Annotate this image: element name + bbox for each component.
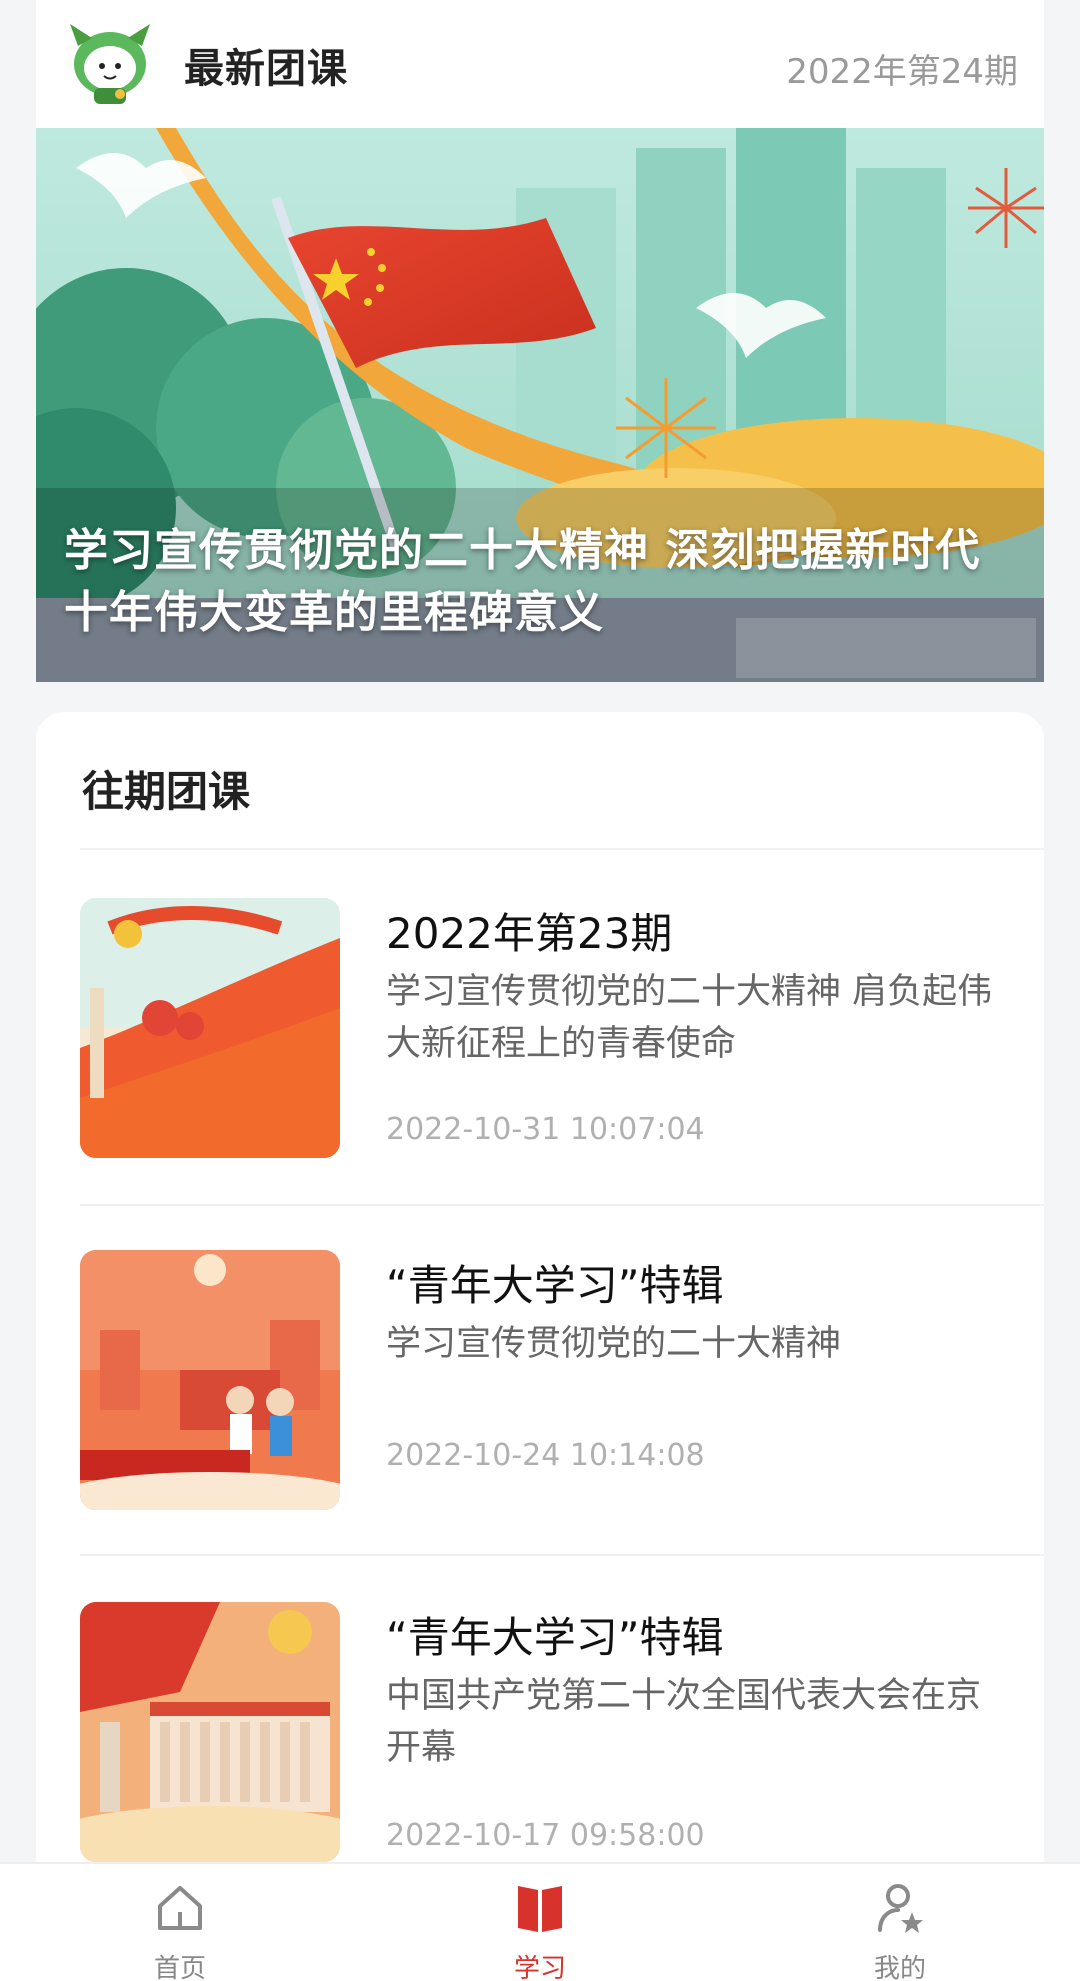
home-icon — [152, 1880, 208, 1936]
nav-mine-label: 我的 — [873, 1954, 926, 1981]
lesson-item[interactable]: “青年大学习”特辑 中国共产党第二十次全国代表大会在京开幕 2022-10-17… — [80, 1602, 1044, 1902]
header: 最新团课 2022年第24期 — [36, 0, 1044, 128]
nav-home[interactable]: 首页 — [80, 1864, 280, 1981]
lesson-description: 学习宣传贯彻党的二十大精神 肩负起伟大新征程上的青春使命 — [386, 972, 993, 1064]
divider — [80, 1204, 1044, 1206]
past-lessons-heading: 往期团课 — [82, 767, 251, 816]
latest-lesson-card: 最新团课 2022年第24期 学习宣传贯彻党的二十大精神 深刻把握新时代十年伟大… — [36, 0, 1044, 682]
nav-home-label: 首页 — [153, 1954, 206, 1981]
nav-study[interactable]: 学习 — [440, 1864, 640, 1981]
lesson-thumbnail — [80, 1602, 340, 1862]
user-star-icon — [872, 1880, 928, 1936]
lesson-thumbnail — [80, 1250, 340, 1510]
lesson-thumbnail — [80, 898, 340, 1158]
lesson-title: 2022年第23期 — [386, 909, 673, 958]
nav-mine[interactable]: 我的 — [800, 1864, 1000, 1981]
divider — [80, 1554, 1044, 1556]
nav-study-label: 学习 — [513, 1954, 566, 1981]
lesson-item[interactable]: 2022年第23期 学习宣传贯彻党的二十大精神 肩负起伟大新征程上的青春使命 2… — [80, 898, 1044, 1198]
book-icon — [512, 1880, 568, 1936]
issue-number: 2022年第24期 — [786, 52, 1018, 92]
lesson-description: 学习宣传贯彻党的二十大精神 — [386, 1324, 842, 1364]
banner-title: 学习宣传贯彻党的二十大精神 深刻把握新时代十年伟大变革的里程碑意义 — [64, 525, 981, 638]
mascot-logo — [64, 18, 156, 106]
lesson-time: 2022-10-24 10:14:08 — [386, 1438, 705, 1473]
lesson-time: 2022-10-17 09:58:00 — [386, 1818, 705, 1853]
lesson-title: “青年大学习”特辑 — [386, 1613, 724, 1662]
latest-lesson-heading: 最新团课 — [184, 46, 348, 92]
lesson-item[interactable]: “青年大学习”特辑 学习宣传贯彻党的二十大精神 2022-10-24 10:14… — [80, 1250, 1044, 1550]
lesson-time: 2022-10-31 10:07:04 — [386, 1112, 705, 1147]
featured-banner[interactable]: 学习宣传贯彻党的二十大精神 深刻把握新时代十年伟大变革的里程碑意义 — [36, 128, 1044, 682]
divider — [80, 848, 1044, 850]
lesson-description: 中国共产党第二十次全国代表大会在京开幕 — [386, 1676, 982, 1768]
bottom-navigation: 首页 学习 我的 — [0, 1862, 1080, 1981]
lesson-title: “青年大学习”特辑 — [386, 1261, 724, 1310]
past-lessons-section: 往期团课 2022年第23期 学习宣传贯彻党的二十大精神 肩负起伟大新征程上的青… — [36, 712, 1044, 1981]
